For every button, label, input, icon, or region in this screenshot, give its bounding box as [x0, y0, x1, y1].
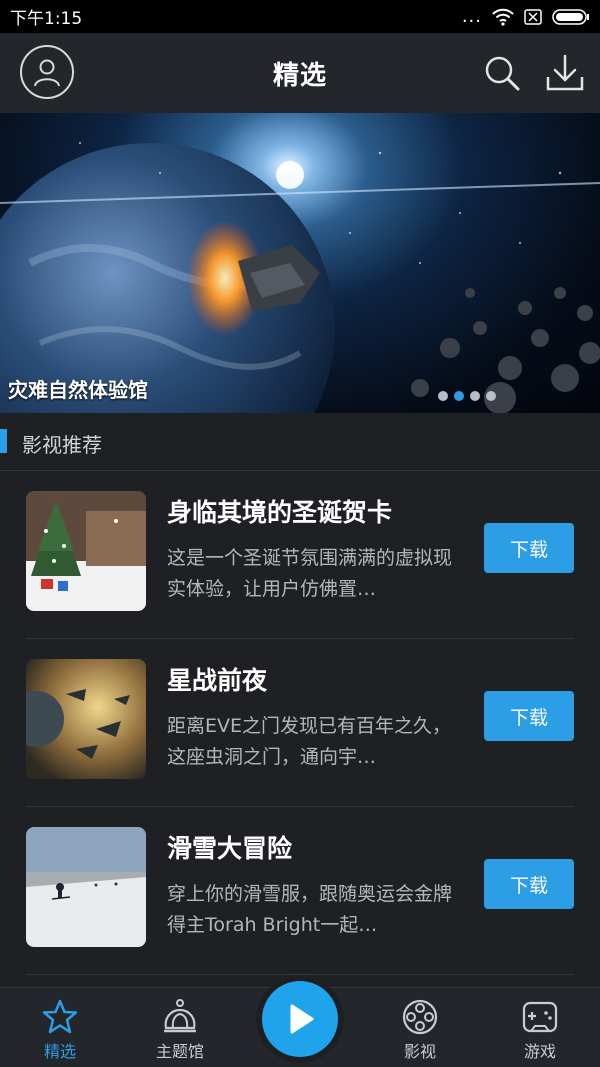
- film-reel-icon: [402, 999, 438, 1035]
- tab-label: 主题馆: [155, 1042, 204, 1061]
- ski-slope-thumbnail: [26, 827, 146, 947]
- gamepad-icon: [522, 1001, 558, 1033]
- item-description: 穿上你的滑雪服，跟随奥运会金牌得主Torah Bright一起…: [167, 883, 453, 936]
- star-icon: [42, 999, 78, 1034]
- download-icon[interactable]: [545, 53, 585, 93]
- tab-label: 游戏: [523, 1042, 556, 1061]
- wifi-icon: [492, 8, 514, 26]
- status-more: ...: [461, 6, 482, 27]
- tab-label: 影视: [403, 1042, 436, 1061]
- search-icon[interactable]: [482, 53, 522, 93]
- download-button[interactable]: 下载: [484, 691, 574, 741]
- play-button[interactable]: [256, 975, 344, 1063]
- download-button[interactable]: 下载: [484, 523, 574, 573]
- no-sim-icon: [524, 8, 542, 25]
- status-bar: 下午1:15 ...: [0, 0, 600, 33]
- section-title: 影视推荐: [22, 433, 102, 457]
- tab-video[interactable]: 影视: [370, 998, 470, 1064]
- banner-image: [0, 142, 600, 413]
- list-item[interactable]: 身临其境的圣诞贺卡 这是一个圣诞节氛围满满的虚拟现实体验，让用户仿佛置… 下载: [26, 471, 574, 639]
- status-time: 下午1:15: [10, 9, 83, 29]
- banner-caption: 灾难自然体验馆: [8, 378, 148, 402]
- carousel-dot: [470, 391, 480, 401]
- list-item[interactable]: 星战前夜 距离EVE之门发现已有百年之久，这座虫洞之门，通向宇… 下载: [26, 639, 574, 807]
- item-title: 身临其境的圣诞贺卡: [167, 498, 393, 527]
- top-app-bar: 精选: [0, 33, 600, 113]
- item-description: 这是一个圣诞节氛围满满的虚拟现实体验，让用户仿佛置…: [167, 547, 453, 600]
- list-item[interactable]: 滑雪大冒险 穿上你的滑雪服，跟随奥运会金牌得主Torah Bright一起… 下…: [26, 807, 574, 975]
- download-button[interactable]: 下载: [484, 859, 574, 909]
- christmas-scene-thumbnail: [26, 491, 146, 611]
- status-icons: ...: [462, 6, 590, 27]
- item-title: 星战前夜: [167, 666, 268, 695]
- carousel-dot: [438, 391, 448, 401]
- battery-icon: [552, 8, 589, 25]
- banner-carousel[interactable]: 灾难自然体验馆: [0, 113, 600, 413]
- space-battle-thumbnail: [26, 659, 146, 779]
- carousel-dot-active: [454, 391, 464, 401]
- section-accent-bar: [0, 429, 7, 453]
- carousel-indicator: [438, 391, 496, 401]
- crown-icon: [164, 999, 196, 1033]
- tab-theme-hall[interactable]: 主题馆: [130, 998, 230, 1064]
- play-button-inner: [262, 981, 338, 1057]
- play-icon: [290, 1004, 314, 1034]
- tab-featured[interactable]: 精选: [10, 998, 110, 1064]
- carousel-dot: [486, 391, 496, 401]
- tab-games[interactable]: 游戏: [490, 998, 590, 1064]
- item-description: 距离EVE之门发现已有百年之久，这座虫洞之门，通向宇…: [167, 715, 452, 768]
- tab-label: 精选: [43, 1042, 76, 1061]
- section-header: 影视推荐: [0, 413, 600, 471]
- item-title: 滑雪大冒险: [167, 834, 293, 863]
